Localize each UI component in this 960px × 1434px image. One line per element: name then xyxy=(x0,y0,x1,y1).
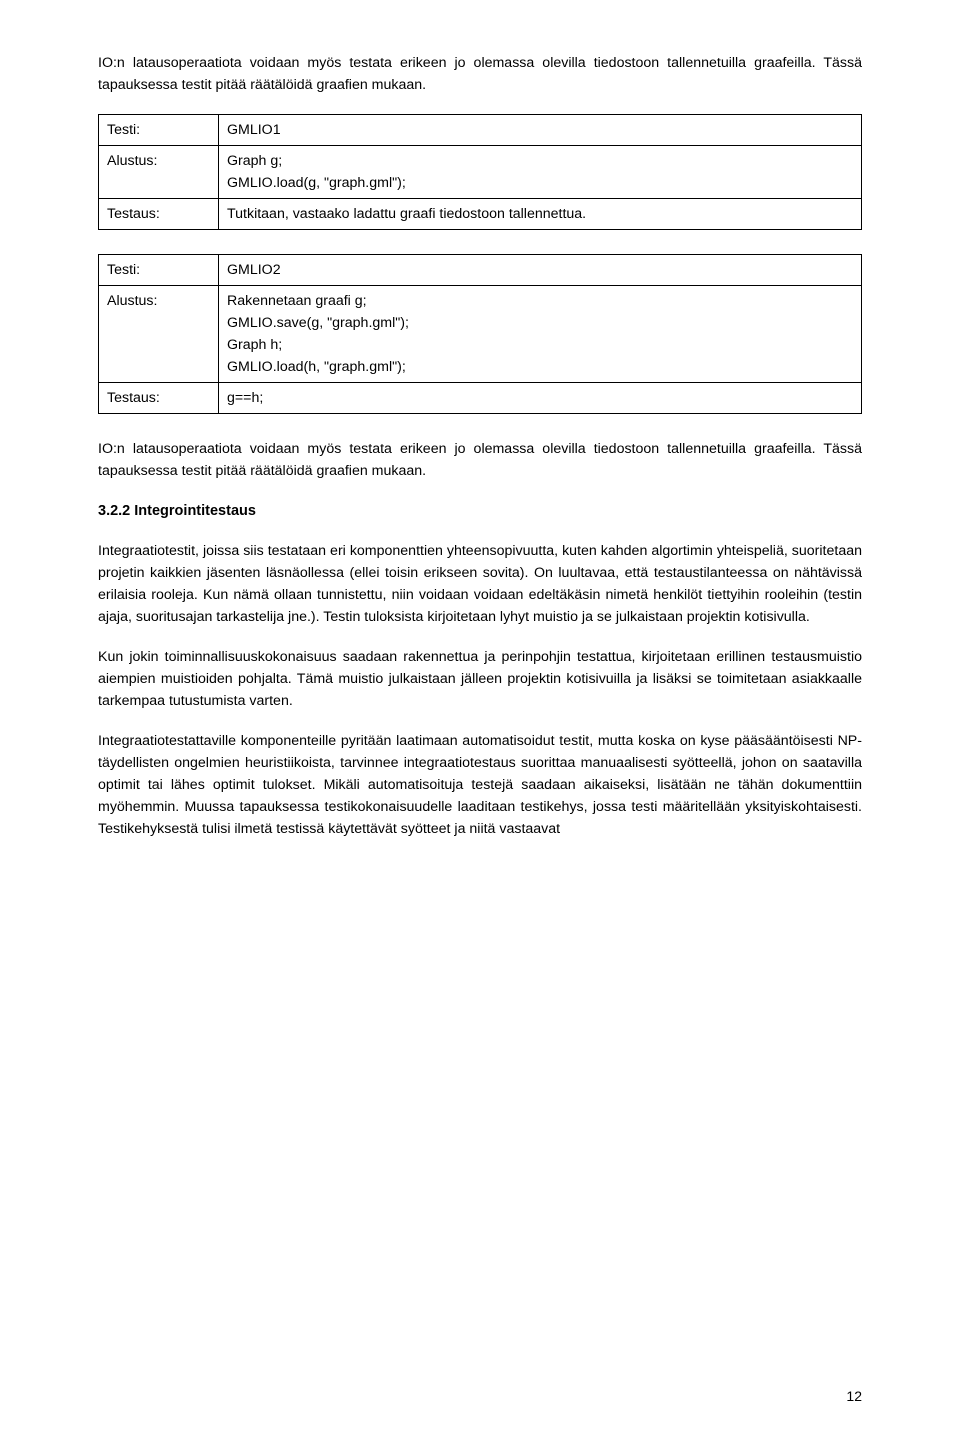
table-row: Alustus: Rakennetaan graafi g; GMLIO.sav… xyxy=(99,286,862,383)
code-line: Graph g; xyxy=(227,150,853,172)
row-value: g==h; xyxy=(219,383,862,414)
row-value: Tutkitaan, vastaako ladattu graafi tiedo… xyxy=(219,199,862,230)
table-row: Alustus: Graph g; GMLIO.load(g, "graph.g… xyxy=(99,146,862,199)
test-spec-table-gmlio1: Testi: GMLIO1 Alustus: Graph g; GMLIO.lo… xyxy=(98,114,862,230)
document-page: IO:n latausoperaatiota voidaan myös test… xyxy=(0,0,960,1434)
row-label: Alustus: xyxy=(99,286,219,383)
code-line: GMLIO.load(h, "graph.gml"); xyxy=(227,356,853,378)
code-line: GMLIO.save(g, "graph.gml"); xyxy=(227,312,853,334)
code-line: Rakennetaan graafi g; xyxy=(227,290,853,312)
row-value: Graph g; GMLIO.load(g, "graph.gml"); xyxy=(219,146,862,199)
table-row: Testi: GMLIO2 xyxy=(99,255,862,286)
body-paragraph: Integraatiotestattaville komponenteille … xyxy=(98,730,862,840)
section-heading: 3.2.2 Integrointitestaus xyxy=(98,500,862,522)
row-value: GMLIO2 xyxy=(219,255,862,286)
body-paragraph: Integraatiotestit, joissa siis testataan… xyxy=(98,540,862,628)
row-label: Testaus: xyxy=(99,383,219,414)
intro-paragraph-2: IO:n latausoperaatiota voidaan myös test… xyxy=(98,438,862,482)
row-label: Testi: xyxy=(99,255,219,286)
code-line: GMLIO.load(g, "graph.gml"); xyxy=(227,172,853,194)
table-row: Testaus: Tutkitaan, vastaako ladattu gra… xyxy=(99,199,862,230)
table-row: Testi: GMLIO1 xyxy=(99,115,862,146)
body-paragraph: Kun jokin toiminnallisuuskokonaisuus saa… xyxy=(98,646,862,712)
row-label: Testaus: xyxy=(99,199,219,230)
row-label: Testi: xyxy=(99,115,219,146)
table-row: Testaus: g==h; xyxy=(99,383,862,414)
page-number: 12 xyxy=(846,1386,862,1408)
row-value: GMLIO1 xyxy=(219,115,862,146)
test-spec-table-gmlio2: Testi: GMLIO2 Alustus: Rakennetaan graaf… xyxy=(98,254,862,414)
row-value: Rakennetaan graafi g; GMLIO.save(g, "gra… xyxy=(219,286,862,383)
row-label: Alustus: xyxy=(99,146,219,199)
code-line: Graph h; xyxy=(227,334,853,356)
intro-paragraph-1: IO:n latausoperaatiota voidaan myös test… xyxy=(98,52,862,96)
